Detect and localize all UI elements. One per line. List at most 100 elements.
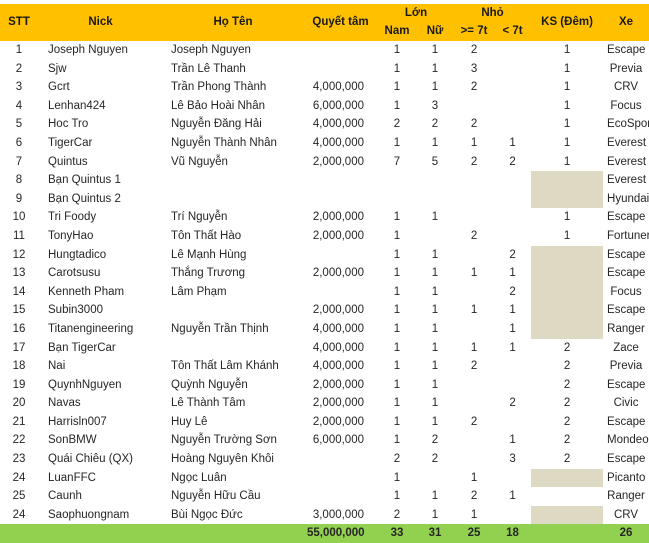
- cell-quyettam: 2,000,000: [312, 378, 364, 391]
- cell-stt: 6: [15, 136, 23, 149]
- cell-hoten: Trí Nguyễn: [171, 211, 228, 224]
- cell-ge7t: [454, 246, 494, 265]
- cell-nu: [416, 469, 454, 488]
- cell-ks: [531, 171, 604, 190]
- cell-lt7t: 1: [509, 136, 516, 149]
- cell-ge7t: [454, 190, 494, 209]
- cell-nam: 2: [393, 453, 401, 466]
- cell-hoten: [163, 301, 303, 320]
- cell-nu: 1: [431, 304, 439, 317]
- cell-xe: Everest: [607, 155, 647, 168]
- table-footer: 55,000,000 33 31 25 18 26: [0, 524, 649, 543]
- cell-nam: 2: [393, 118, 401, 131]
- cell-ge7t: [454, 394, 494, 413]
- cell-xe: Previa: [609, 360, 643, 373]
- cell-nam: 1: [393, 44, 401, 56]
- cell-quyettam: 6,000,000: [312, 434, 364, 447]
- table-row: 19 QuynhNguyen Quỳnh Nguyễn 2,000,000 1 1 2 Esc…: [0, 376, 649, 395]
- cell-quyettam: 4,000,000: [312, 341, 364, 354]
- cell-ge7t: [454, 208, 494, 227]
- cell-lt7t: [494, 97, 531, 116]
- cell-lt7t: 1: [509, 267, 516, 280]
- cell-quyettam: [303, 190, 378, 209]
- cell-ks: 1: [563, 44, 571, 56]
- cell-lt7t: [494, 115, 531, 134]
- cell-nick: Gcrt: [48, 81, 70, 94]
- cell-ks: 2: [563, 453, 571, 466]
- cell-nam: 1: [393, 211, 401, 224]
- cell-quyettam: 2,000,000: [312, 304, 364, 317]
- table-row: 11 TonyHao Tôn Thất Hào 2,000,000 1 2 1 Fortune…: [0, 227, 649, 246]
- cell-lt7t: 1: [509, 490, 516, 503]
- cell-nick: QuynhNguyen: [48, 378, 122, 391]
- cell-hoten: Hoàng Nguyên Khôi: [171, 453, 274, 466]
- cell-quyettam: [303, 41, 378, 60]
- cell-nam: 1: [393, 285, 401, 298]
- cell-ge7t: 2: [470, 360, 478, 373]
- col-header-nick: Nick: [38, 4, 163, 41]
- cell-nam: [378, 171, 416, 190]
- total-xe: 26: [603, 524, 649, 543]
- cell-nam: 2: [393, 508, 401, 521]
- cell-hoten: Huy Lê: [171, 415, 208, 428]
- cell-hoten: Tôn Thất Hào: [171, 229, 242, 242]
- cell-nick: TigerCar: [48, 136, 93, 149]
- cell-ge7t: 1: [470, 471, 478, 484]
- col-header-nu: Nữ: [416, 23, 455, 41]
- cell-xe: Ranger: [607, 322, 645, 335]
- cell-lt7t: 2: [509, 155, 516, 168]
- cell-nick: LuanFFC: [48, 471, 96, 484]
- cell-stt: 14: [12, 285, 26, 298]
- total-ge7t: 25: [454, 524, 495, 543]
- cell-xe: Escape: [607, 211, 646, 224]
- cell-nu: [416, 190, 454, 209]
- cell-stt: 5: [15, 118, 23, 131]
- cell-stt: 23: [12, 453, 26, 466]
- cell-ge7t: 2: [470, 118, 478, 131]
- cell-nu: 1: [431, 44, 439, 56]
- cell-lt7t: 2: [509, 248, 516, 261]
- header-row-top: STT Nick Họ Tên Quyết tâm Lớn Nhỏ KS (Đê…: [0, 4, 649, 41]
- table-row: 20 Navas Lê Thành Tâm 2,000,000 1 1 2 2 Civic: [0, 394, 649, 413]
- cell-ge7t: [454, 450, 494, 469]
- cell-nam: 1: [393, 471, 401, 484]
- cell-ge7t: [454, 171, 494, 190]
- cell-xe: Escape: [607, 378, 646, 391]
- total-quyettam: 55,000,000: [303, 524, 378, 543]
- total-row: 55,000,000 33 31 25 18 26: [0, 524, 649, 543]
- cell-nu: 1: [431, 62, 439, 75]
- cell-xe: Escape: [607, 248, 646, 261]
- cell-nick: Joseph Nguyen: [48, 44, 128, 56]
- cell-nam: 1: [393, 81, 401, 94]
- cell-lt7t: 1: [509, 304, 516, 317]
- table-row: 3 Gcrt Trần Phong Thành 4,000,000 1 1 2 1 CRV: [0, 78, 649, 97]
- cell-ge7t: [454, 283, 494, 302]
- cell-hoten: Lâm Phạm: [171, 285, 227, 298]
- cell-nick: Nai: [48, 360, 66, 373]
- cell-quyettam: [303, 469, 378, 488]
- cell-lt7t: [494, 227, 531, 246]
- cell-ks: 1: [563, 155, 571, 168]
- cell-lt7t: [494, 41, 531, 60]
- cell-quyettam: 6,000,000: [312, 99, 364, 112]
- cell-xe: Escape: [607, 304, 646, 317]
- cell-xe: Escape: [607, 453, 646, 466]
- cell-stt: 3: [15, 81, 23, 94]
- cell-nam: 1: [393, 229, 401, 242]
- cell-quyettam: 4,000,000: [312, 322, 364, 335]
- cell-quyettam: 2,000,000: [312, 267, 364, 280]
- cell-stt: 15: [12, 304, 26, 317]
- cell-ks: [531, 189, 604, 209]
- cell-hoten: Nguyễn Trường Sơn: [171, 434, 277, 447]
- cell-nick: Hungtadico: [48, 248, 107, 261]
- cell-quyettam: 3,000,000: [312, 508, 364, 521]
- cell-ks: 1: [563, 81, 571, 94]
- cell-ks: 2: [563, 415, 571, 428]
- cell-xe: Escape: [607, 267, 646, 280]
- cell-ge7t: 1: [470, 267, 478, 280]
- cell-nu: 1: [431, 508, 439, 521]
- cell-hoten: Quỳnh Nguyễn: [171, 378, 248, 391]
- table-row: 6 TigerCar Nguyễn Thành Nhân 4,000,000 1 1 1 1 1…: [0, 134, 649, 153]
- cell-xe: Everest: [607, 136, 647, 149]
- col-header-quyettam: Quyết tâm: [303, 4, 378, 41]
